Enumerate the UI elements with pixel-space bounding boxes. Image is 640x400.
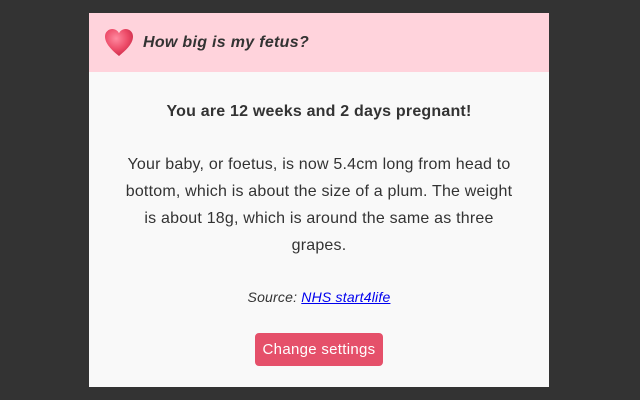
popup-header: How big is my fetus? [89, 13, 549, 72]
popup-title: How big is my fetus? [143, 33, 310, 51]
pregnancy-status-heading: You are 12 weeks and 2 days pregnant! [166, 103, 472, 120]
change-settings-button[interactable]: Change settings [254, 333, 384, 366]
popup-card: How big is my fetus? You are 12 weeks an… [89, 13, 549, 387]
heart-icon [103, 27, 135, 59]
fetus-size-description: Your baby, or foetus, is now 5.4cm long … [125, 156, 513, 254]
source-label: Source: [247, 289, 298, 305]
source-link[interactable]: NHS start4life [301, 289, 390, 305]
source-line: Source: NHS start4life [89, 289, 549, 305]
popup-body: You are 12 weeks and 2 days pregnant! Yo… [89, 103, 549, 366]
